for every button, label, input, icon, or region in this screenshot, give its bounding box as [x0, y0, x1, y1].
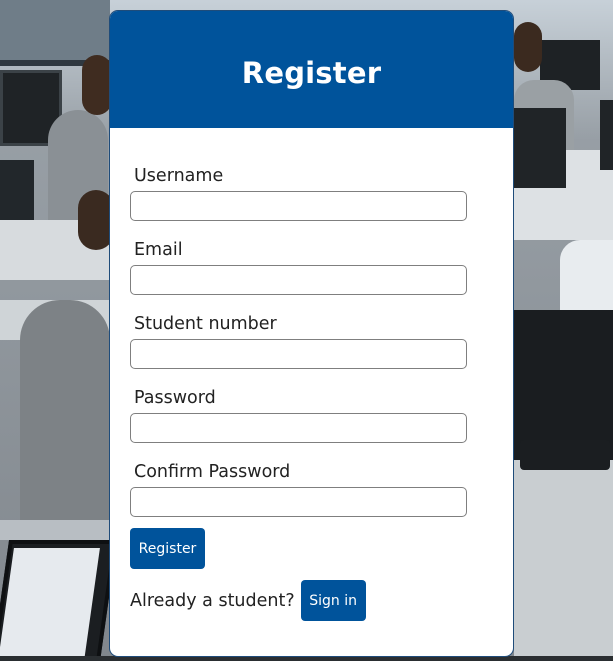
confirm-password-input[interactable]: [130, 487, 467, 517]
already-student-text: Already a student?: [130, 590, 295, 611]
password-label: Password: [134, 388, 216, 408]
background-person-head: [82, 55, 112, 115]
card-header: Register: [110, 11, 513, 128]
background-monitor-stand: [520, 440, 610, 470]
email-group: Email: [130, 240, 468, 295]
background-monitor: [600, 100, 613, 170]
username-label: Username: [134, 166, 224, 186]
register-button[interactable]: Register: [130, 528, 205, 569]
background-monitor: [514, 310, 613, 460]
sign-in-button[interactable]: Sign in: [300, 580, 366, 621]
background-person-head: [514, 22, 542, 72]
password-group: Password: [130, 388, 468, 443]
username-input[interactable]: [130, 191, 467, 221]
student-number-group: Student number: [130, 314, 468, 369]
signin-row: Already a student? Sign in: [130, 580, 366, 621]
student-number-input[interactable]: [130, 339, 467, 369]
page-title: Register: [241, 55, 382, 90]
background-laptop-screen: [0, 548, 100, 661]
student-number-label: Student number: [134, 314, 277, 334]
email-input[interactable]: [130, 265, 467, 295]
confirm-password-group: Confirm Password: [130, 462, 468, 517]
register-card: Register Username Email Student number P…: [109, 10, 514, 657]
background-desk: [514, 460, 613, 661]
password-input[interactable]: [130, 413, 467, 443]
background-person: [560, 240, 613, 320]
confirm-password-label: Confirm Password: [134, 462, 291, 482]
background-monitor: [514, 108, 566, 188]
background-person: [20, 300, 110, 530]
username-group: Username: [130, 166, 468, 221]
background-desk: [0, 520, 120, 540]
email-label: Email: [134, 240, 183, 260]
